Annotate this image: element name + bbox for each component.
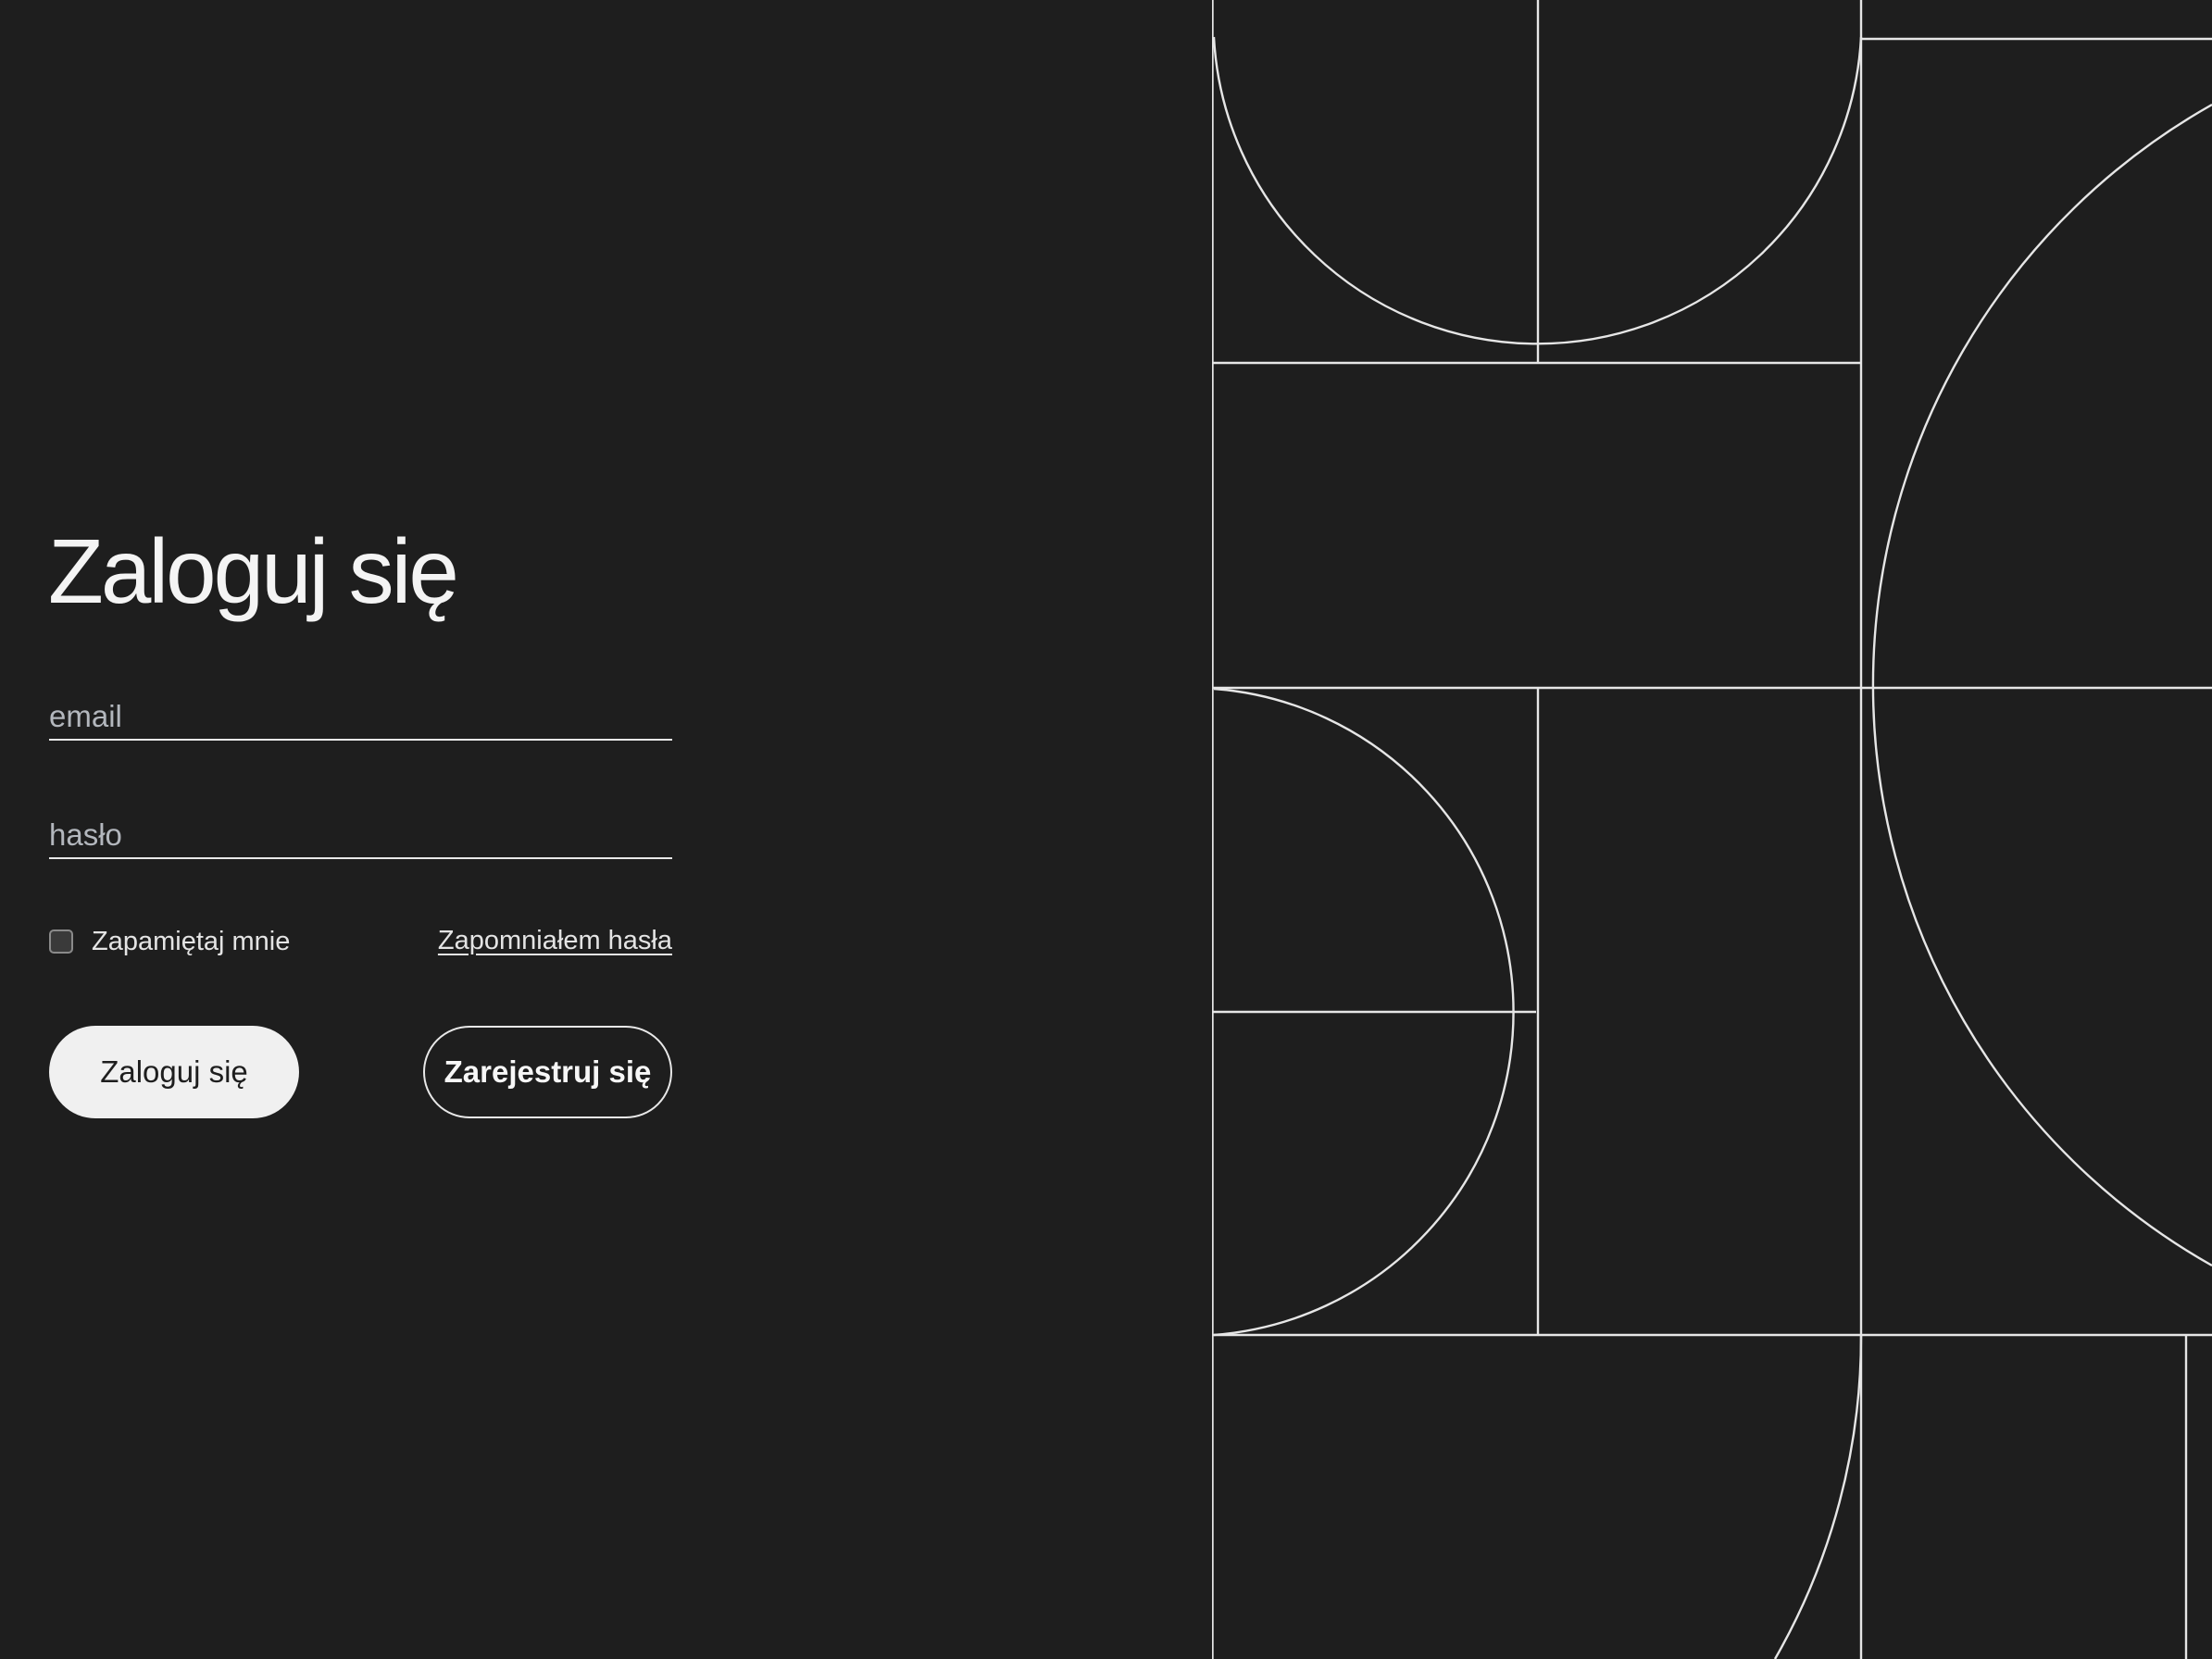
password-field[interactable] [49,813,672,859]
remember-me[interactable]: Zapamiętaj mnie [49,926,290,957]
password-input[interactable] [49,813,672,857]
pattern-arc-large [1871,103,2212,1267]
email-input[interactable] [49,694,672,739]
remember-label[interactable]: Zapamiętaj mnie [92,927,290,957]
email-field[interactable] [49,694,672,741]
login-panel: Zaloguj się Zapamiętaj mnie Zapomniałem … [0,0,1212,1659]
geometric-pattern [1212,0,2212,1659]
pattern-arc-bottom [1773,1334,1863,1659]
geometric-pattern-svg [1212,0,2212,1659]
page-title: Zaloguj się [48,520,459,622]
login-button[interactable]: Zaloguj się [49,1026,299,1118]
register-button[interactable]: Zarejestruj się [423,1026,672,1118]
forgot-password-link[interactable]: Zapomniałem hasła [432,926,672,956]
remember-checkbox[interactable] [49,929,73,954]
